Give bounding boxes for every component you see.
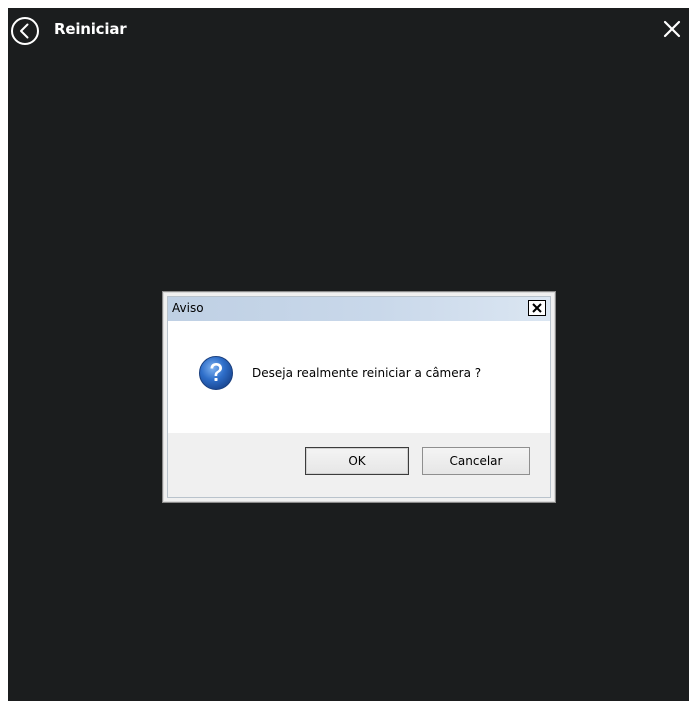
dialog-frame: Aviso Deseja realmente reiniciar a câmer… (167, 296, 551, 498)
close-icon (663, 20, 681, 38)
dialog-body: Deseja realmente reiniciar a câmera ? (168, 321, 550, 433)
back-circle-icon (11, 17, 39, 45)
back-button[interactable] (10, 16, 40, 46)
dialog-titlebar[interactable]: Aviso (168, 297, 550, 321)
dialog-title: Aviso (172, 301, 204, 315)
question-icon (198, 355, 234, 391)
close-button[interactable] (661, 18, 683, 40)
ok-button[interactable]: OK (305, 447, 409, 475)
app-window: Reiniciar Aviso Deseja realmente reinici… (8, 8, 689, 701)
dialog-close-button[interactable] (528, 300, 546, 316)
header: Reiniciar (8, 8, 689, 52)
page-title: Reiniciar (54, 20, 127, 38)
close-icon (532, 303, 542, 313)
dialog-message: Deseja realmente reiniciar a câmera ? (252, 366, 482, 380)
dialog-footer: OK Cancelar (168, 433, 550, 497)
confirm-dialog: Aviso Deseja realmente reiniciar a câmer… (162, 291, 556, 503)
cancel-button[interactable]: Cancelar (422, 447, 530, 475)
